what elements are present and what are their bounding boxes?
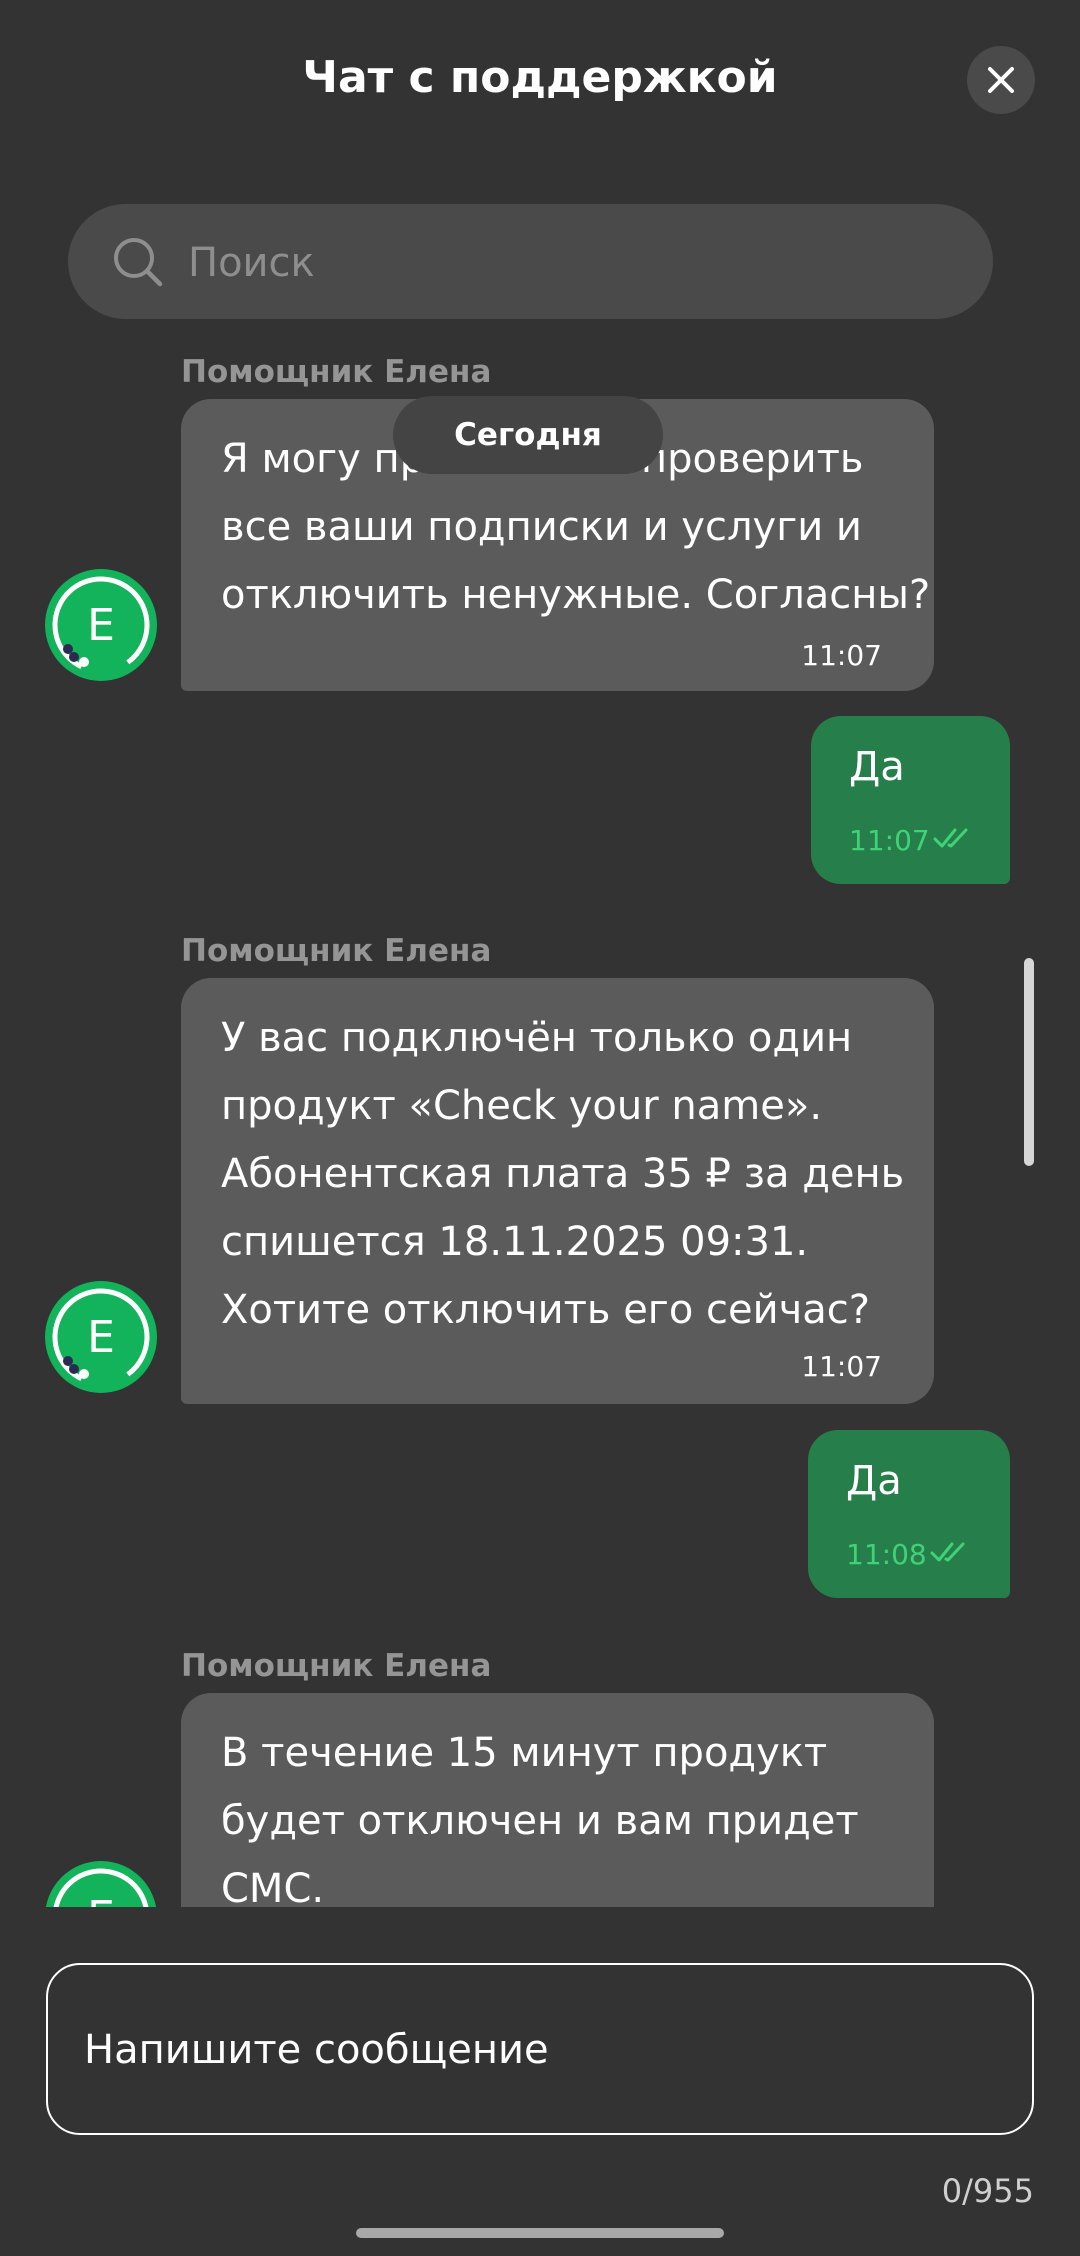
message-line: У вас подключён только один — [221, 1015, 853, 1061]
assistant-avatar[interactable]: Е — [44, 568, 158, 682]
outgoing-message[interactable]: Да 11:08 — [808, 1430, 1010, 1598]
message-line: СМС. — [221, 1866, 325, 1907]
support-chat-screen: Чат с поддержкой Помощник Елена Я могу п… — [0, 0, 1080, 2256]
message-composer[interactable] — [46, 1963, 1034, 2135]
message-line: спишется 18.11.2025 09:31. — [221, 1219, 809, 1265]
message-line: Хотите отключить его сейчас? — [221, 1287, 870, 1333]
search-icon — [114, 238, 163, 287]
message-time: 11:07 — [849, 824, 930, 857]
message-time: 11:08 — [846, 1538, 927, 1571]
sender-name: Помощник Елена — [181, 933, 492, 969]
message-list[interactable]: Помощник Елена Я могу пр проверить все в… — [0, 340, 1080, 1907]
message-line: В течение 15 минут продукт — [221, 1730, 828, 1776]
incoming-message[interactable]: В течение 15 минут продукт будет отключе… — [181, 1693, 934, 1907]
sender-name: Помощник Елена — [181, 354, 492, 390]
search-bar[interactable] — [68, 204, 993, 321]
page-title: Чат с поддержкой — [302, 52, 778, 103]
message-line: проверить — [641, 436, 864, 482]
message-text: Да — [849, 744, 905, 790]
message-line: отключить ненужные. Согласны? — [221, 572, 931, 618]
outgoing-message[interactable]: Да 11:07 — [811, 716, 1010, 884]
search-input[interactable] — [186, 204, 970, 321]
avatar-letter: Е — [87, 600, 115, 651]
double-check-icon — [933, 828, 968, 848]
avatar-letter: Е — [87, 1312, 115, 1363]
home-indicator[interactable] — [356, 2228, 724, 2238]
message-time: 11:07 — [801, 1350, 882, 1383]
assistant-avatar[interactable]: Е — [44, 1280, 158, 1394]
message-line: продукт «Check your name». — [221, 1083, 823, 1129]
close-button[interactable] — [967, 46, 1035, 114]
close-icon — [988, 67, 1014, 93]
message-line: будет отключен и вам придет — [221, 1798, 859, 1844]
assistant-avatar[interactable]: Е — [44, 1860, 158, 1907]
message-line: все ваши подписки и услуги и — [221, 504, 862, 550]
message-text: В течение 15 минут продукт будет отключе… — [221, 1719, 911, 1907]
incoming-message[interactable]: У вас подключён только один продукт «Che… — [181, 978, 934, 1404]
double-check-icon — [930, 1542, 965, 1562]
message-time: 11:07 — [801, 639, 882, 672]
date-divider-chip: Сегодня — [393, 396, 663, 474]
message-input[interactable] — [82, 1965, 986, 2135]
character-counter: 0/955 — [941, 2172, 1034, 2210]
sender-name: Помощник Елена — [181, 1648, 492, 1684]
message-text: У вас подключён только один продукт «Che… — [221, 1004, 911, 1344]
scrollbar[interactable] — [1024, 958, 1034, 1166]
message-text: Да — [846, 1458, 902, 1504]
avatar-letter: Е — [87, 1892, 115, 1907]
message-line: Абонентская плата 35 ₽ за день — [221, 1151, 905, 1197]
